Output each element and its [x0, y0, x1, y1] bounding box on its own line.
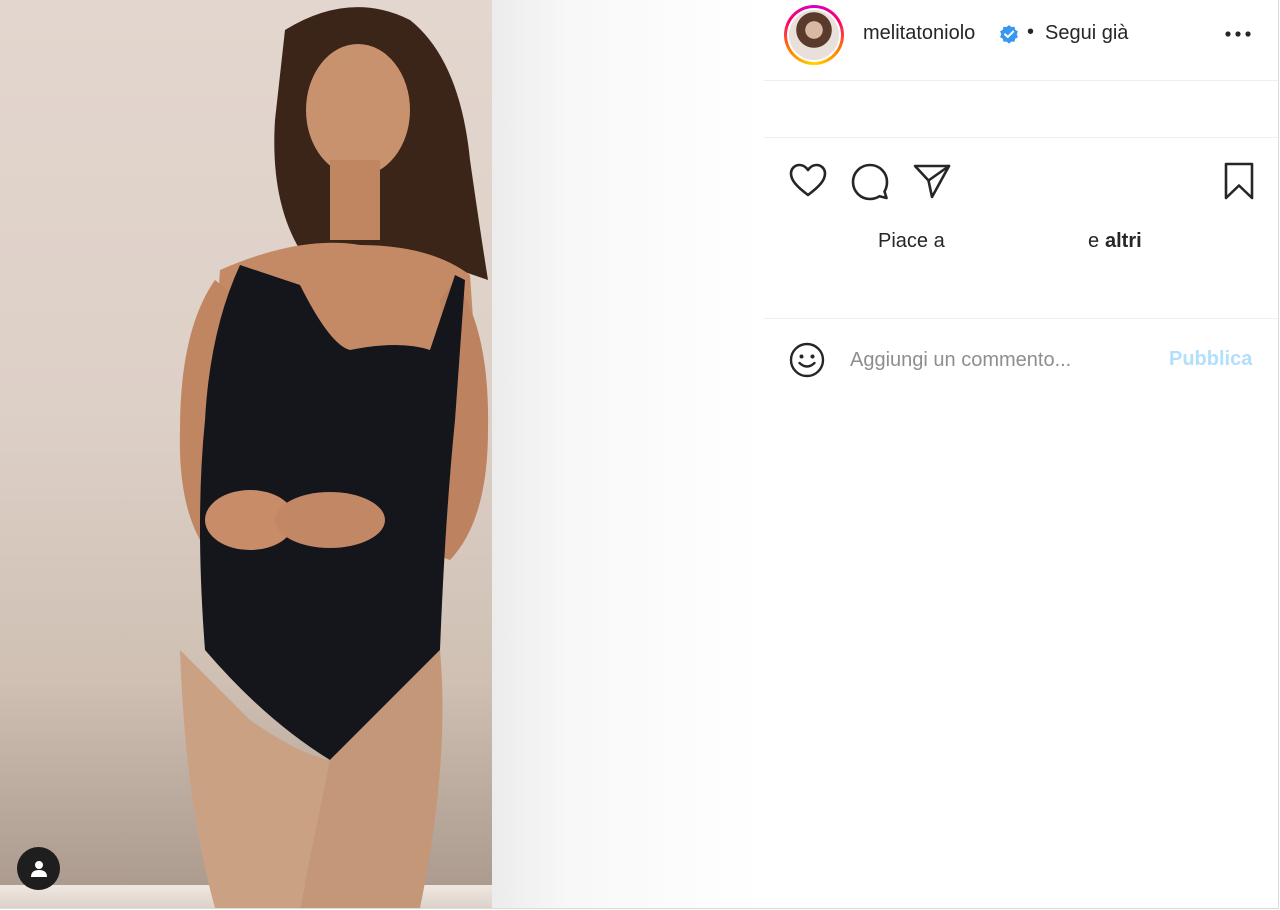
verified-badge-icon — [1000, 25, 1018, 44]
comment-icon[interactable] — [850, 161, 890, 201]
more-options-icon — [1225, 31, 1251, 37]
post-header: melitatoniolo • Segui già — [764, 0, 1278, 81]
post-actions — [764, 138, 1278, 218]
author-username[interactable]: melitatoniolo — [863, 22, 975, 45]
header-separator: • — [1027, 21, 1035, 43]
likes-others-link[interactable]: altri — [1105, 230, 1142, 253]
likes-summary: Piace a e altri — [764, 228, 1278, 258]
comment-input[interactable] — [850, 343, 1190, 377]
publish-button[interactable]: Pubblica — [1169, 348, 1252, 371]
more-options-button[interactable] — [1220, 18, 1256, 50]
heart-icon[interactable] — [788, 161, 828, 201]
add-comment-bar: Pubblica — [764, 318, 1278, 401]
photo-subject — [179, 7, 489, 908]
post-card: melitatoniolo • Segui già Piace a e altr… — [0, 0, 1279, 909]
likes-connector: e — [1088, 230, 1100, 252]
likes-prefix: Piace a — [878, 230, 945, 252]
follow-status-button[interactable]: Segui già — [1045, 22, 1128, 45]
user-tag-icon — [30, 860, 47, 877]
photo-wall — [492, 0, 763, 908]
post-media[interactable] — [0, 0, 763, 908]
comments-area — [764, 81, 1278, 138]
send-icon[interactable] — [912, 161, 952, 201]
bookmark-icon[interactable] — [1219, 161, 1259, 201]
avatar-image — [789, 10, 839, 60]
user-tag-button[interactable] — [17, 847, 60, 890]
author-avatar[interactable] — [784, 5, 844, 65]
avatar-border — [787, 8, 841, 62]
emoji-icon[interactable] — [788, 341, 826, 379]
